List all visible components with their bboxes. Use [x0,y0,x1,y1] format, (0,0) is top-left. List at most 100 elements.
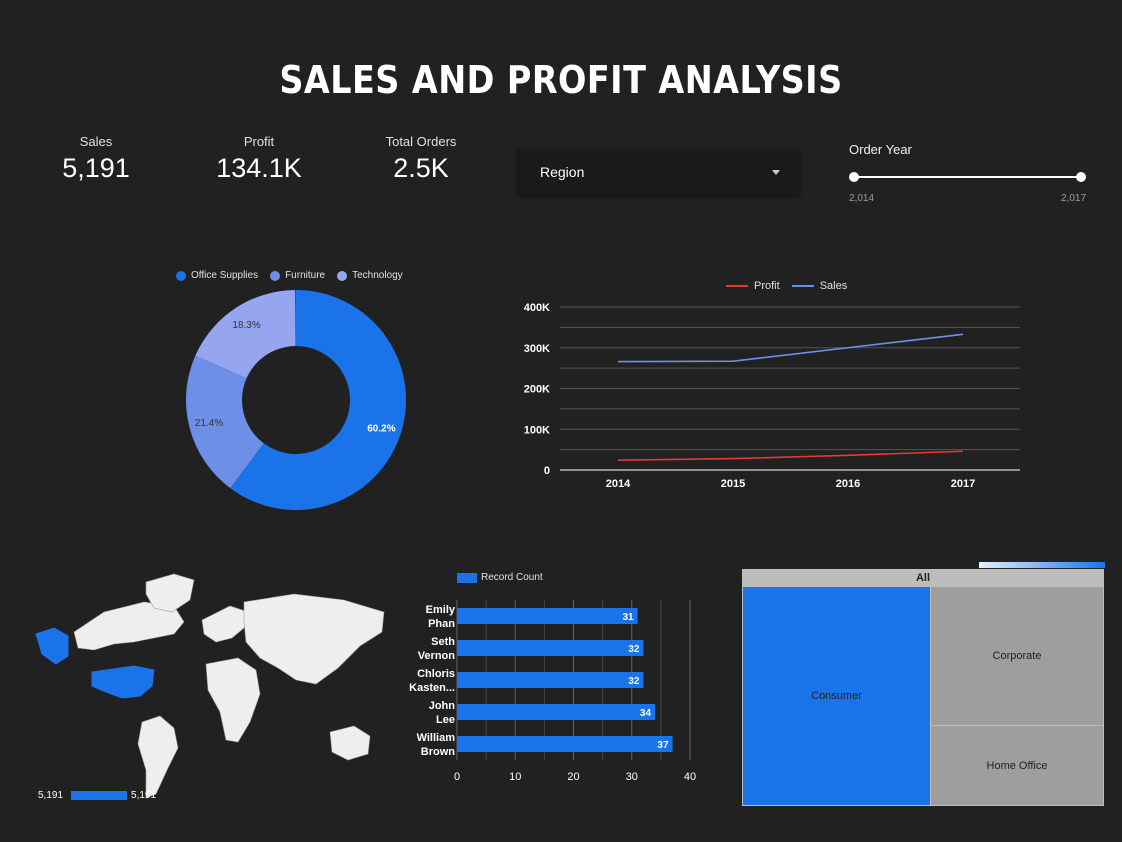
record-count-bar-chart: 0 10 20 30 40 31 Emily Phan 32 Seth Vernon 32 Chlori… [409,600,696,783]
order-year-slider-track[interactable] [853,176,1081,178]
segment-treemap: All Consumer Corporate Home Office [742,569,1104,806]
category-label: Kasten... [409,682,455,694]
treemap-corporate[interactable]: Corporate [931,587,1103,725]
legend-swatch [270,270,281,281]
category-label: Chloris [417,668,455,680]
treemap-home-office[interactable]: Home Office [931,726,1103,805]
y-tick-label: 400K [524,302,550,314]
line-legend: Profit Sales [726,280,859,292]
bar [457,704,656,720]
bar [457,608,638,624]
x-tick-label: 2014 [606,478,631,490]
x-tick-label: 20 [567,771,579,783]
bar-value-label: 34 [640,708,652,719]
bar-value-label: 31 [622,612,634,623]
donut-slice-label: 18.3% [232,320,260,331]
bar-legend: Record Count [457,572,555,583]
donut-legend: Office Supplies Furniture Technology [176,270,415,281]
bar [457,640,644,656]
legend-profit[interactable]: Profit [726,280,780,292]
map-alaska [35,627,69,665]
map-legend-min: 5,191 [38,790,64,801]
order-year-min-value: 2,014 [849,193,875,204]
map-greenland [145,573,195,613]
category-label: Vernon [418,650,456,662]
treemap-consumer[interactable]: Consumer [743,587,930,805]
x-tick-label: 2015 [721,478,745,490]
bar [457,736,673,752]
legend-label: Profit [754,280,780,292]
x-tick-label: 2016 [836,478,860,490]
x-tick-label: 30 [626,771,638,783]
y-tick-label: 0 [544,465,550,477]
y-tick-label: 300K [524,343,550,355]
legend-label: Furniture [285,270,326,281]
legend-label: Technology [352,270,403,281]
region-dropdown[interactable]: Region [518,149,800,195]
category-label: Phan [428,618,455,630]
legend-furniture[interactable]: Furniture [270,270,325,281]
kpi-sales: Sales 5,191 [26,134,166,184]
order-year-label: Order Year [849,142,912,157]
bar-value-label: 37 [657,740,669,751]
map-south-america [137,715,179,799]
category-label: John [429,700,456,712]
treemap-label: Consumer [811,690,862,702]
donut-slice-label: 21.4% [195,418,223,429]
map-asia [243,593,385,685]
bar [457,672,644,688]
map-usa [91,665,155,699]
legend-swatch [726,285,748,287]
chevron-down-icon [772,169,780,175]
category-label: William [417,732,456,744]
map-africa [205,657,261,743]
order-year-max-handle[interactable] [1076,172,1086,182]
bar-value-label: 32 [628,644,640,655]
legend-swatch [791,285,814,287]
region-dropdown-label: Region [540,164,585,180]
legend-label: Record Count [481,572,543,583]
bar-value-label: 32 [628,676,640,687]
kpi-profit-value: 134.1K [216,153,302,183]
legend-sales[interactable]: Sales [791,280,848,292]
treemap-label: Corporate [992,650,1042,662]
order-year-max-value: 2,017 [1061,193,1087,204]
x-tick-label: 40 [684,771,696,783]
kpi-sales-value: 5,191 [62,153,130,183]
legend-swatch [337,270,348,281]
treemap-root-all[interactable]: All [743,570,1103,586]
y-tick-label: 100K [524,424,550,436]
kpi-orders-value: 2.5K [393,153,449,183]
map-australia [329,725,371,761]
kpi-profit: Profit 134.1K [189,134,329,184]
kpi-orders-label: Total Orders [385,134,457,149]
dashboard-title: SALES AND PROFIT ANALYSIS [279,58,843,102]
legend-record-count[interactable]: Record Count [457,572,543,583]
map-legend-bar [71,791,128,800]
legend-label: Sales [819,280,848,292]
x-tick-label: 2017 [951,478,975,490]
treemap-label: Home Office [986,759,1048,772]
map-europe [201,605,249,643]
category-donut-chart: 60.2% 21.4% 18.3% [186,290,406,510]
treemap-color-scale [979,562,1105,568]
series-line-profit [617,450,964,462]
legend-technology[interactable]: Technology [337,270,403,281]
legend-label: Office Supplies [191,270,259,281]
category-label: Brown [421,746,456,758]
order-year-min-handle[interactable] [849,172,859,182]
legend-swatch [176,270,186,281]
world-map[interactable] [34,572,390,812]
category-label: Seth [431,636,455,648]
y-tick-label: 200K [524,384,550,396]
legend-swatch [457,572,477,583]
x-tick-label: 0 [454,771,460,783]
treemap-root-label: All [915,572,931,584]
kpi-total-orders: Total Orders 2.5K [351,134,491,184]
donut-slice-label: 60.2% [367,423,395,434]
kpi-sales-label: Sales [79,134,113,149]
legend-office-supplies[interactable]: Office Supplies [176,270,258,281]
kpi-profit-label: Profit [243,134,275,149]
map-legend-max: 5,191 [131,790,157,801]
category-label: Emily [426,604,456,616]
